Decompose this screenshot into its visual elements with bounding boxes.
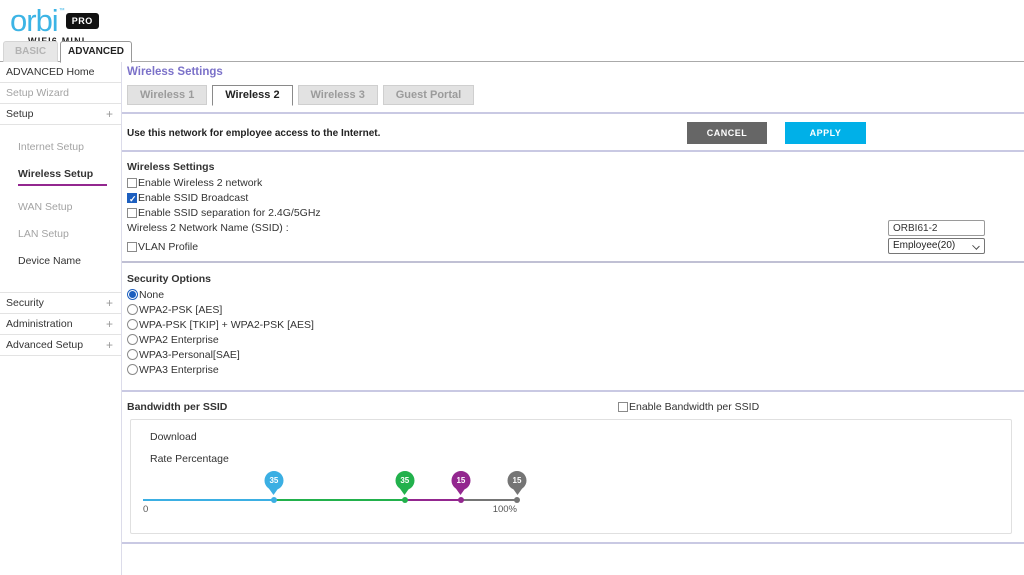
- tab-advanced[interactable]: ADVANCED: [60, 41, 132, 63]
- security-options-heading: Security Options: [127, 273, 211, 285]
- security-wpa2ent-radio[interactable]: [127, 334, 138, 345]
- slider-segment: [274, 499, 405, 501]
- top-tab-bar: BASIC ADVANCED: [0, 41, 1024, 62]
- slider-segment: [461, 499, 517, 501]
- sidebar-item-administration[interactable]: Administration +: [0, 314, 121, 335]
- enable-wireless2-row: Enable Wireless 2 network: [127, 176, 262, 189]
- divider: [122, 112, 1024, 114]
- page-title: Wireless Settings: [127, 66, 223, 78]
- vlan-profile-row: VLAN Profile: [127, 240, 198, 253]
- slider-handle-ssid2[interactable]: 35: [395, 471, 414, 497]
- wireless-settings-heading: Wireless Settings: [127, 161, 214, 173]
- sidebar-item-wireless-setup[interactable]: Wireless Setup: [0, 168, 121, 186]
- tab-wireless-3[interactable]: Wireless 3: [298, 85, 378, 105]
- expand-plus-icon[interactable]: +: [106, 314, 113, 335]
- vlan-profile-checkbox[interactable]: [127, 242, 137, 252]
- enable-bandwidth-checkbox[interactable]: [618, 402, 628, 412]
- expand-plus-icon[interactable]: +: [106, 104, 113, 125]
- slider-dot[interactable]: [271, 497, 277, 503]
- pin-tip: [400, 488, 410, 495]
- slider-dot[interactable]: [514, 497, 520, 503]
- download-label: Download: [150, 431, 197, 443]
- slider-segment: [405, 499, 461, 501]
- brand-wordmark: orbi: [10, 4, 58, 38]
- security-option-wpa2ent-row: WPA2 Enterprise: [127, 333, 219, 346]
- enable-ssid-separation-checkbox[interactable]: [127, 208, 137, 218]
- sidebar-item-advanced-setup[interactable]: Advanced Setup +: [0, 335, 121, 356]
- sidebar-nav: ADVANCED Home Setup Wizard Setup + Inter…: [0, 62, 122, 575]
- sidebar-item-lan-setup[interactable]: LAN Setup: [0, 228, 121, 241]
- ssid-name-input[interactable]: [888, 220, 985, 236]
- sidebar-item-internet-setup[interactable]: Internet Setup: [0, 141, 121, 154]
- slider-segment: [143, 499, 274, 501]
- pin-tip: [512, 488, 522, 495]
- tab-basic[interactable]: BASIC: [3, 41, 58, 62]
- security-option-wpa2psk-row: WPA2-PSK [AES]: [127, 303, 222, 316]
- enable-bandwidth-row: Enable Bandwidth per SSID: [618, 400, 759, 413]
- enable-ssid-separation-row: Enable SSID separation for 2.4G/5GHz: [127, 206, 321, 219]
- sidebar-item-advanced-home[interactable]: ADVANCED Home: [0, 62, 121, 83]
- security-none-radio[interactable]: [127, 289, 138, 300]
- slider-handle-ssid3[interactable]: 15: [451, 471, 470, 497]
- sidebar-setup-subgroup: Internet Setup Wireless Setup WAN Setup …: [0, 125, 121, 293]
- pro-badge: PRO: [66, 13, 99, 29]
- security-wpa2psk-radio[interactable]: [127, 304, 138, 315]
- divider: [122, 261, 1024, 263]
- slider-min-label: 0: [143, 504, 148, 515]
- ssid-name-label: Wireless 2 Network Name (SSID) :: [127, 222, 289, 234]
- rate-percentage-slider: 35 35 15 15 0 100%: [143, 471, 517, 513]
- security-option-wpa3ent-row: WPA3 Enterprise: [127, 363, 219, 376]
- security-wpamixed-radio[interactable]: [127, 319, 138, 330]
- pin-tip: [456, 488, 466, 495]
- pin-tip: [269, 488, 279, 495]
- chevron-down-icon: [972, 242, 980, 250]
- trademark-symbol: ™: [59, 8, 65, 14]
- cancel-button[interactable]: CANCEL: [687, 122, 767, 144]
- security-option-none-row: None: [127, 288, 164, 301]
- rate-percentage-label: Rate Percentage: [150, 453, 229, 465]
- vlan-profile-select[interactable]: Employee(20): [888, 238, 985, 254]
- slider-dot[interactable]: [458, 497, 464, 503]
- enable-ssid-broadcast-checkbox[interactable]: [127, 193, 137, 203]
- tab-wireless-2[interactable]: Wireless 2: [212, 85, 292, 106]
- apply-button[interactable]: APPLY: [785, 122, 866, 144]
- sidebar-item-wan-setup[interactable]: WAN Setup: [0, 201, 121, 214]
- wireless-tab-strip: Wireless 1 Wireless 2 Wireless 3 Guest P…: [127, 85, 476, 105]
- divider: [122, 150, 1024, 152]
- divider: [122, 390, 1024, 392]
- sidebar-item-security[interactable]: Security +: [0, 293, 121, 314]
- network-description-text: Use this network for employee access to …: [127, 128, 380, 139]
- security-option-wpa3sae-row: WPA3-Personal[SAE]: [127, 348, 240, 361]
- expand-plus-icon[interactable]: +: [106, 335, 113, 356]
- bandwidth-heading: Bandwidth per SSID: [127, 401, 227, 413]
- enable-wireless2-checkbox[interactable]: [127, 178, 137, 188]
- sidebar-item-setup-wizard[interactable]: Setup Wizard: [0, 83, 121, 104]
- security-wpa3sae-radio[interactable]: [127, 349, 138, 360]
- slider-max-label: 100%: [493, 504, 517, 515]
- expand-plus-icon[interactable]: +: [106, 293, 113, 314]
- security-option-wpamixed-row: WPA-PSK [TKIP] + WPA2-PSK [AES]: [127, 318, 314, 331]
- tab-guest-portal[interactable]: Guest Portal: [383, 85, 474, 105]
- divider: [122, 542, 1024, 544]
- enable-ssid-broadcast-row: Enable SSID Broadcast: [127, 191, 248, 204]
- orbi-logo: orbi ™ PRO WIFI6 MINI: [10, 4, 130, 46]
- security-wpa3ent-radio[interactable]: [127, 364, 138, 375]
- slider-handle-ssid1[interactable]: 35: [264, 471, 283, 497]
- sidebar-item-device-name[interactable]: Device Name: [0, 255, 121, 268]
- tab-wireless-1[interactable]: Wireless 1: [127, 85, 207, 105]
- sidebar-item-setup[interactable]: Setup +: [0, 104, 121, 125]
- slider-dot[interactable]: [402, 497, 408, 503]
- orbi-admin-page: orbi ™ PRO WIFI6 MINI BASIC ADVANCED ADV…: [0, 0, 1024, 575]
- slider-handle-ssid4[interactable]: 15: [508, 471, 527, 497]
